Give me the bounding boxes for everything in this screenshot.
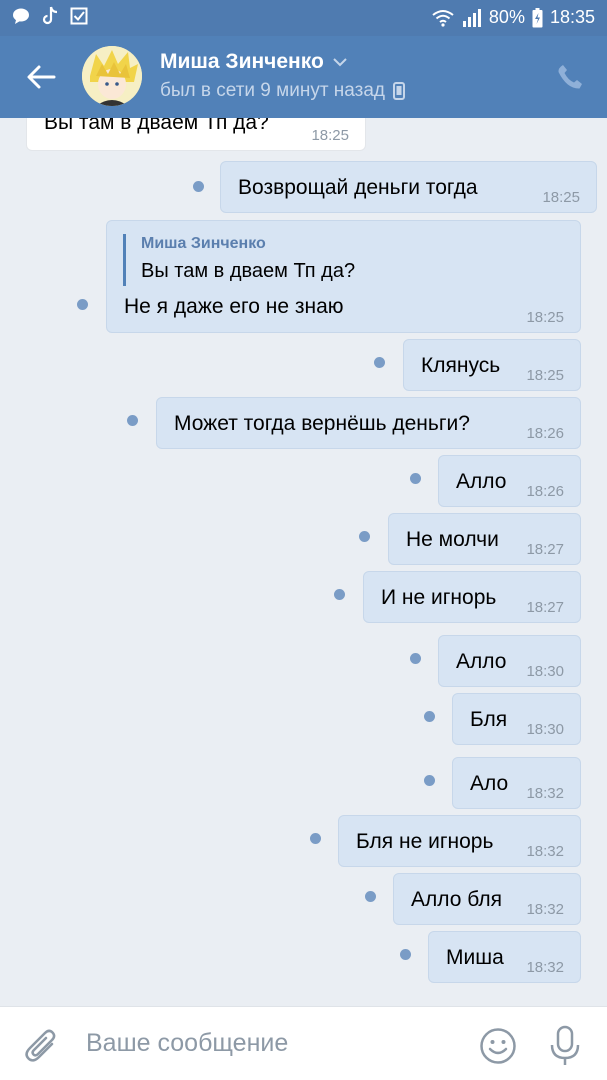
message-time: 18:26 xyxy=(526,483,564,500)
message-time: 18:32 xyxy=(526,843,564,860)
paperclip-icon[interactable] xyxy=(24,1027,60,1065)
wifi-icon xyxy=(432,9,454,27)
mobile-device-icon xyxy=(393,82,406,100)
message-time: 18:30 xyxy=(526,721,564,738)
message-time: 18:25 xyxy=(311,127,349,144)
message-text: Алло xyxy=(456,650,507,673)
message-text: Ало xyxy=(470,772,509,795)
message-text: Возврощай деньги тогда xyxy=(238,176,478,199)
contact-name-label: Миша Зинченко xyxy=(160,50,324,73)
message-text: Не я даже его не знаю xyxy=(124,295,344,318)
unread-dot xyxy=(365,891,376,902)
message-time: 18:32 xyxy=(526,959,564,976)
unread-dot xyxy=(410,653,421,664)
emoji-icon[interactable] xyxy=(479,1027,517,1065)
message-time: 18:27 xyxy=(526,541,564,558)
checkbox-icon xyxy=(70,7,88,25)
message-outgoing[interactable]: Бля не игнорь 18:32 xyxy=(338,815,581,867)
message-outgoing[interactable]: Алло 18:30 xyxy=(438,635,581,687)
unread-dot xyxy=(374,357,385,368)
message-time: 18:30 xyxy=(526,663,564,680)
chat-header: Миша Зинченко был в сети 9 минут назад xyxy=(0,36,607,118)
phone-icon[interactable] xyxy=(555,62,585,92)
message-outgoing[interactable]: Не молчи 18:27 xyxy=(388,513,581,565)
unread-dot xyxy=(359,531,370,542)
back-arrow-icon[interactable] xyxy=(24,60,58,94)
tiktok-icon xyxy=(42,6,58,25)
unread-dot xyxy=(334,589,345,600)
message-outgoing[interactable]: Бля 18:30 xyxy=(452,693,581,745)
last-seen-text: был в сети 9 минут назад xyxy=(160,80,386,101)
clock: 18:35 xyxy=(549,7,595,27)
message-outgoing[interactable]: Алло бля 18:32 xyxy=(393,873,581,925)
unread-dot xyxy=(424,711,435,722)
unread-dot xyxy=(310,833,321,844)
unread-dot xyxy=(410,473,421,484)
message-outgoing[interactable]: Может тогда вернёшь деньги? 18:26 xyxy=(156,397,581,449)
message-text: И не игнорь xyxy=(381,586,497,609)
unread-dot xyxy=(193,181,204,192)
unread-dot xyxy=(424,775,435,786)
message-outgoing[interactable]: Алло 18:26 xyxy=(438,455,581,507)
message-time: 18:25 xyxy=(526,367,564,384)
message-time: 18:32 xyxy=(526,785,564,802)
message-list[interactable]: Вы там в дваем Тп да? 18:25 Возврощай де… xyxy=(0,118,607,1006)
message-text: Бля xyxy=(470,708,508,731)
message-text: Миша xyxy=(446,946,504,969)
message-outgoing[interactable]: И не игнорь 18:27 xyxy=(363,571,581,623)
quote-author: Миша Зинченко xyxy=(141,235,266,252)
quote-text: Вы там в дваем Тп да? xyxy=(141,260,356,282)
signal-icon xyxy=(462,8,481,27)
message-text: Клянусь xyxy=(421,354,501,377)
message-incoming[interactable]: Вы там в дваем Тп да? 18:25 xyxy=(26,118,366,151)
message-text: Вы там в дваем Тп да? xyxy=(44,118,269,134)
chevron-down-icon[interactable] xyxy=(332,57,348,67)
message-outgoing[interactable]: Клянусь 18:25 xyxy=(403,339,581,391)
battery-percent: 80% xyxy=(488,7,525,27)
microphone-icon[interactable] xyxy=(548,1025,582,1067)
message-time: 18:25 xyxy=(542,189,580,206)
message-time: 18:32 xyxy=(526,901,564,918)
contact-status: был в сети 9 минут назад xyxy=(160,80,406,102)
message-outgoing[interactable]: Миша 18:32 xyxy=(428,931,581,983)
message-composer: Ваше сообщение xyxy=(0,1006,607,1080)
message-outgoing[interactable]: Возврощай деньги тогда 18:25 xyxy=(220,161,597,213)
message-time: 18:25 xyxy=(526,309,564,326)
message-input[interactable]: Ваше сообщение xyxy=(86,1029,288,1058)
quote-bar xyxy=(123,234,126,286)
message-text: Алло xyxy=(456,470,507,493)
unread-dot xyxy=(127,415,138,426)
message-outgoing[interactable]: Ало 18:32 xyxy=(452,757,581,809)
message-icon xyxy=(13,8,29,24)
message-text: Не молчи xyxy=(406,528,499,551)
message-time: 18:26 xyxy=(526,425,564,442)
message-text: Алло бля xyxy=(411,888,502,911)
message-text: Может тогда вернёшь деньги? xyxy=(174,412,470,435)
message-text: Бля не игнорь xyxy=(356,830,494,853)
avatar[interactable] xyxy=(82,46,142,106)
message-outgoing-reply[interactable]: Миша Зинченко Вы там в дваем Тп да? Не я… xyxy=(106,220,581,333)
battery-icon xyxy=(532,7,543,27)
contact-name[interactable]: Миша Зинченко xyxy=(160,50,348,74)
unread-dot xyxy=(77,299,88,310)
status-bar: 80% 18:35 xyxy=(0,0,607,36)
unread-dot xyxy=(400,949,411,960)
message-time: 18:27 xyxy=(526,599,564,616)
